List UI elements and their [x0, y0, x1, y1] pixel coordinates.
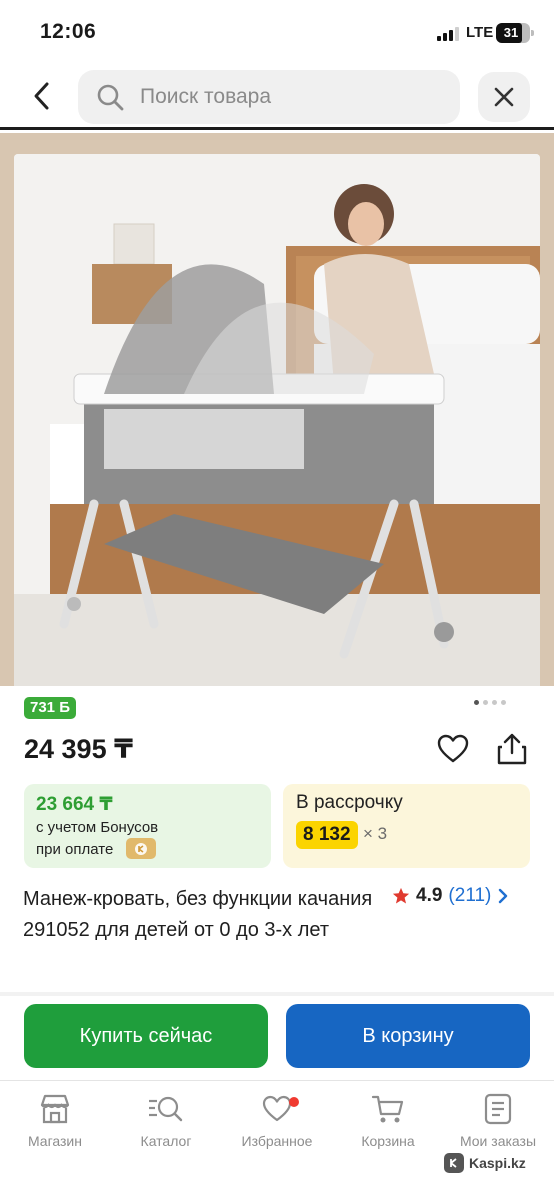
shop-icon — [40, 1094, 70, 1124]
pagination-dot — [483, 700, 488, 705]
rating-value: 4.9 — [416, 885, 443, 906]
close-icon — [494, 87, 514, 107]
kaspi-icon — [126, 838, 156, 859]
product-photo — [14, 154, 540, 686]
orders-icon — [484, 1093, 512, 1125]
pagination-dot — [501, 700, 506, 705]
search-header — [0, 64, 554, 130]
watermark: Kaspi.kz — [444, 1153, 526, 1173]
notification-dot — [289, 1097, 299, 1107]
status-bar: 12:06 LTE 31 — [0, 0, 554, 64]
installment-amount: 8 132 — [296, 821, 358, 849]
pagination-dot — [474, 700, 479, 705]
share-button[interactable] — [496, 732, 528, 771]
bonus-price: 23 664 ₸ — [36, 794, 113, 815]
chevron-right-icon — [499, 888, 508, 904]
status-time: 12:06 — [40, 20, 97, 43]
action-buttons: Купить сейчас В корзину — [0, 1004, 554, 1070]
chevron-left-icon — [34, 82, 49, 110]
divider — [0, 992, 554, 996]
battery-level: 31 — [503, 25, 519, 40]
search-input[interactable] — [140, 70, 440, 124]
star-icon — [392, 887, 410, 904]
kaspi-logo-icon — [444, 1153, 464, 1173]
tab-orders[interactable]: Мои заказы — [448, 1091, 548, 1149]
bonus-badge: 731 Б — [24, 697, 76, 719]
review-count[interactable]: (211) — [448, 885, 491, 907]
signal-icon — [437, 26, 461, 41]
heart-icon — [437, 734, 469, 763]
tab-label: Магазин — [27, 1133, 82, 1149]
catalog-search-icon — [149, 1096, 183, 1122]
tab-label: Каталог — [140, 1133, 192, 1149]
bonus-price-card[interactable]: 23 664 ₸ с учетом Бонусов при оплате — [24, 784, 271, 868]
tab-label: Мои заказы — [459, 1133, 537, 1149]
tab-shop[interactable]: Магазин — [5, 1091, 105, 1149]
heart-icon — [262, 1095, 292, 1122]
tab-favorites[interactable]: Избранное — [227, 1091, 327, 1149]
bonus-payment-note: при оплате — [36, 841, 114, 858]
installment-title: В рассрочку — [296, 792, 403, 813]
tab-label: Корзина — [361, 1133, 415, 1149]
tab-bar: Магазин Каталог Избранное Корзина Мои за… — [0, 1080, 554, 1200]
share-icon — [497, 733, 527, 765]
favorite-button[interactable] — [437, 734, 469, 769]
product-info: 731 Б 24 395 ₸ 23 664 ₸ с учетом Бонусов… — [0, 686, 554, 992]
product-illustration — [14, 154, 540, 686]
bonus-price-note: с учетом Бонусов — [36, 819, 159, 836]
network-type: LTE — [466, 24, 494, 41]
tab-label: Избранное — [241, 1133, 313, 1149]
product-price: 24 395 ₸ — [24, 734, 133, 764]
gallery-pagination — [474, 700, 506, 705]
search-icon — [97, 84, 124, 111]
installment-card[interactable]: В рассрочку 8 132 × 3 — [283, 784, 530, 868]
watermark-text: Kaspi.kz — [469, 1155, 526, 1171]
product-gallery[interactable] — [0, 133, 554, 686]
tab-cart[interactable]: Корзина — [338, 1091, 438, 1149]
product-title: Манеж-кровать, без функции качания 29105… — [23, 888, 373, 941]
pagination-dot — [492, 700, 497, 705]
back-button[interactable] — [22, 76, 62, 116]
tab-catalog[interactable]: Каталог — [116, 1091, 216, 1149]
add-to-cart-button[interactable]: В корзину — [286, 1004, 530, 1068]
battery-icon: 31 — [496, 23, 534, 43]
installment-multiplier: × 3 — [363, 824, 388, 843]
product-rating[interactable]: 4.9 (211) — [392, 885, 509, 907]
search-box[interactable] — [78, 70, 460, 124]
buy-now-button[interactable]: Купить сейчас — [24, 1004, 268, 1068]
clear-search-button[interactable] — [478, 72, 530, 122]
cart-icon — [371, 1095, 404, 1123]
